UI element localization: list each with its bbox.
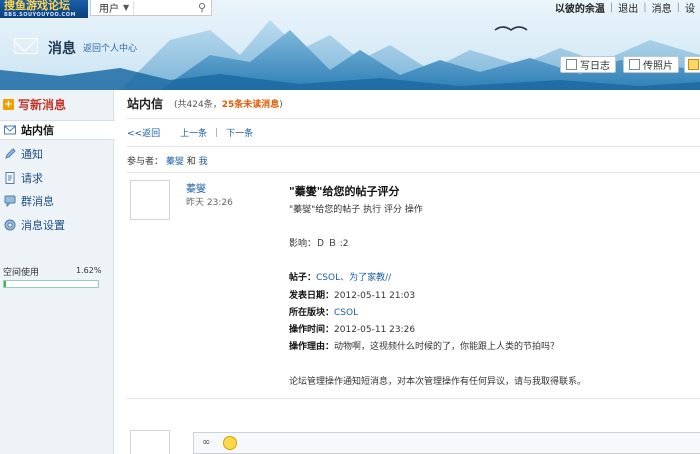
next-link[interactable]: 下一条: [226, 126, 253, 139]
reply-toolbar: ∞: [193, 432, 700, 454]
page-heading: 站内信: [127, 97, 164, 111]
post-line: 帖子：CSOL、为了家教//: [289, 270, 391, 283]
sidebar-item-label: 消息设置: [21, 219, 65, 232]
search-scope-select[interactable]: 用户: [91, 0, 121, 15]
sidebar-item-label: 通知: [21, 148, 43, 161]
post-label: 帖子：: [289, 273, 317, 283]
site-logo[interactable]: 搜鱼游戏论坛 BBS.SOUYOUYOO.COM: [0, 0, 88, 18]
footer-note: 论坛管理操作通知短消息，对本次管理操作有任何异议，请与我取得联系。: [289, 377, 587, 387]
space-usage-bar: [3, 280, 99, 288]
divider: [127, 172, 700, 173]
link-icon[interactable]: ∞: [202, 437, 210, 448]
logout-link[interactable]: 退出: [613, 0, 643, 15]
compose-button[interactable]: + 写新消息: [3, 96, 66, 113]
header-banner: 搜鱼游戏论坛 BBS.SOUYOUYOO.COM 用户 ▼ ⚲ 以彼的余温 | …: [0, 0, 700, 90]
settings-link[interactable]: 设: [680, 0, 700, 15]
messages-link[interactable]: 消息: [647, 0, 677, 15]
participant-link[interactable]: 蓁燮: [166, 157, 184, 167]
unread-count[interactable]: 25条未读消息: [222, 100, 280, 110]
message-count: (共424条，25条未读消息): [174, 97, 283, 110]
divider: [127, 118, 700, 119]
sidebar-item-label: 站内信: [21, 124, 54, 137]
logo-title: 搜鱼游戏论坛: [4, 0, 70, 12]
photo-icon: [629, 59, 640, 70]
write-log-label: 写日志: [580, 61, 610, 72]
notepad-icon: [566, 59, 577, 70]
participants-label: 参与者：: [127, 157, 164, 167]
plus-icon: +: [3, 99, 14, 110]
chevron-down-icon[interactable]: ▼: [123, 3, 129, 12]
reason-value: 动物啊，这视频什么时候的了，你能跟上人类的节拍吗？: [334, 342, 560, 352]
back-to-profile-link[interactable]: 返回个人中心: [83, 41, 137, 54]
divider: [127, 398, 700, 399]
forum-label: 所在版块：: [289, 308, 335, 318]
count-suffix: ): [279, 100, 283, 110]
home-button[interactable]: [684, 56, 700, 73]
upload-photo-button[interactable]: 传照片: [623, 56, 679, 73]
space-usage-fill: [4, 281, 6, 287]
smiley-icon[interactable]: [223, 436, 237, 450]
space-usage-percent: 1.62%: [76, 266, 102, 275]
avatar[interactable]: [130, 180, 170, 220]
sidebar-item-settings[interactable]: 消息设置: [0, 215, 114, 235]
participants-and: 和: [186, 157, 196, 167]
sidebar-item-inbox[interactable]: 站内信: [0, 120, 115, 140]
compose-label: 写新消息: [18, 98, 67, 112]
upload-photo-label: 传照片: [643, 61, 673, 72]
write-log-button[interactable]: 写日志: [560, 56, 616, 73]
my-avatar: [130, 430, 170, 454]
message-nav: <<返回 上一条 | 下一条: [127, 126, 253, 140]
divider: |: [215, 127, 219, 138]
reason-label: 操作理由：: [289, 342, 335, 352]
page-icon: [5, 172, 15, 184]
pencil-icon: [5, 148, 16, 159]
sidebar-item-group[interactable]: 群消息: [0, 191, 114, 211]
forum-link[interactable]: CSOL: [334, 308, 358, 318]
logo-subtitle: BBS.SOUYOUYOO.COM: [4, 12, 76, 18]
sidebar-item-label: 群消息: [21, 195, 54, 208]
back-link[interactable]: <<返回: [127, 126, 160, 139]
space-usage-label: 空间使用: [3, 268, 40, 278]
divider: [127, 146, 700, 147]
optime-line: 操作时间：2012-05-11 23:26: [289, 322, 415, 335]
sidebar-item-label: 请求: [21, 172, 43, 185]
date-value: 2012-05-11 21:03: [334, 291, 416, 301]
forum-line: 所在版块：CSOL: [289, 305, 358, 318]
top-links: 以彼的余温 | 退出 | 消息 | 设: [550, 0, 700, 15]
participants: 参与者： 蓁燮 和 我: [127, 154, 208, 167]
sender-name[interactable]: 蓁燮: [186, 180, 206, 195]
search-bar: 用户 ▼ ⚲: [90, 0, 212, 16]
optime-label: 操作时间：: [289, 325, 335, 335]
optime-value: 2012-05-11 23:26: [334, 325, 416, 335]
participant-me-link[interactable]: 我: [199, 157, 208, 167]
gear-icon: [4, 219, 16, 231]
envelope-icon: [14, 38, 38, 54]
effect-line: 影响：Ｄ Ｂ :2: [289, 239, 349, 249]
count-prefix: (共424条，: [174, 100, 222, 110]
page-title: 消息: [48, 41, 76, 57]
username-link[interactable]: 以彼的余温: [550, 0, 610, 15]
reason-line: 操作理由：动物啊，这视频什么时候的了，你能跟上人类的节拍吗？: [289, 339, 559, 352]
search-input[interactable]: [133, 0, 193, 15]
search-icon[interactable]: ⚲: [193, 1, 211, 14]
sidebar-item-notice[interactable]: 通知: [0, 144, 114, 164]
sidebar-item-request[interactable]: 请求: [0, 168, 114, 188]
send-time: 昨天 23:26: [186, 198, 233, 208]
date-line: 发表日期：2012-05-11 21:03: [289, 288, 415, 301]
date-label: 发表日期：: [289, 291, 335, 301]
chat-icon: [4, 195, 16, 207]
message-subject: "蓁燮"给您的帖子评分: [289, 185, 400, 198]
message-summary: "蓁燮"给您的帖子 执行 评分 操作: [289, 205, 423, 215]
home-icon: [688, 59, 699, 70]
envelope-icon: [4, 125, 16, 135]
prev-link[interactable]: 上一条: [180, 126, 207, 139]
post-link[interactable]: CSOL、为了家教//: [316, 273, 391, 283]
